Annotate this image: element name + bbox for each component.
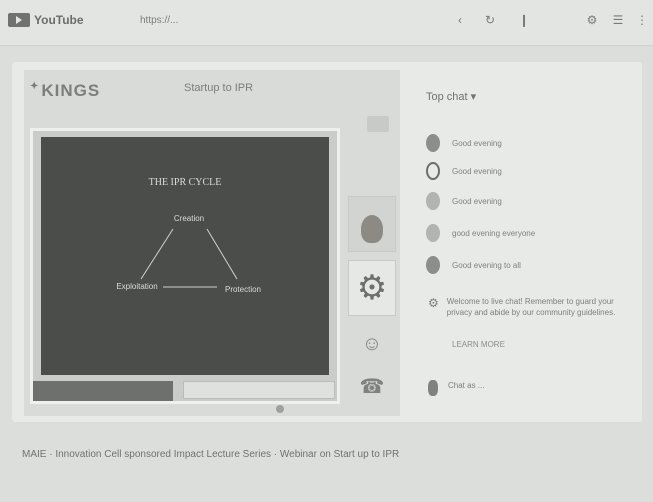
chat-message-text: good evening everyone [452,228,536,238]
slide-heading: THE IPR CYCLE [149,177,222,188]
slide-footer [183,381,335,399]
chat-message: good evening everyone [426,222,638,244]
chat-welcome-notice: ⚙ Welcome to live chat! Remember to guar… [428,296,628,318]
refresh-icon[interactable]: ↻ [482,12,498,28]
brand-logo: ✦ KINGS [30,81,100,101]
presentation-slide: THE IPR CYCLE Creation Exploitation Prot… [41,137,329,375]
node-top: Creation [174,214,204,223]
chat-input[interactable]: Chat as ... [428,380,638,396]
tool-icon[interactable]: ☺ [348,324,396,364]
node-left: Exploitation [116,282,157,291]
person-photo [361,215,383,243]
chat-input-hint: Chat as ... [448,381,485,390]
cycle-arrow-right [206,228,238,280]
brand-text: KINGS [41,81,101,100]
address-bar[interactable]: https://... [140,15,178,26]
ipr-cycle-diagram: THE IPR CYCLE Creation Exploitation Prot… [116,177,261,294]
video-title: Startup to IPR [184,82,254,94]
participant-strip: ⚙ ☺ ☎ [346,196,398,416]
more-icon[interactable]: ⋮ [634,12,650,28]
video-caption: MAIE · Innovation Cell sponsored Impact … [22,449,400,460]
mic-icon[interactable]: ❙ [516,12,532,28]
avatar [426,134,440,152]
video-player[interactable]: ✦ KINGS Startup to IPR THE IPR CYCLE Crea… [24,70,400,416]
chat-message: Good evening to all [426,254,638,276]
menu-icon[interactable]: ☰ [610,12,626,28]
site-logo[interactable]: YouTube [8,13,84,27]
avatar [428,380,438,396]
player-control[interactable] [367,116,389,132]
avatar [426,224,440,242]
gear-icon[interactable]: ⚙ [348,260,396,316]
chat-message: Good evening [426,160,638,182]
avatar [426,256,440,274]
logo-text: YouTube [34,13,84,27]
chat-message: Good evening [426,132,638,154]
brand-mark-icon: ✦ [30,81,40,92]
avatar [426,162,440,180]
share-icon[interactable]: ‹ [452,12,468,28]
avatar [426,192,440,210]
chat-panel: Top chat ▾ Good evening Good evening Goo… [410,70,642,416]
player-header: ✦ KINGS Startup to IPR [24,70,400,114]
browser-topbar: YouTube https://... ‹ ↻ ❙ ⚙ ☰ ⋮ [0,0,653,46]
chat-message: Good evening [426,190,638,212]
chat-message-text: Good evening [452,196,502,206]
welcome-text: Welcome to live chat! Remember to guard … [446,297,616,317]
slide-corner [33,381,173,401]
chat-message-text: Good evening [452,166,502,176]
slide-frame: THE IPR CYCLE Creation Exploitation Prot… [30,128,340,404]
seek-handle[interactable] [276,405,284,413]
tool-icon-2[interactable]: ☎ [348,366,396,406]
cycle-arrow-left [140,228,174,280]
learn-more-link[interactable]: LEARN MORE [452,340,505,349]
chat-message-text: Good evening to all [452,260,521,270]
play-logo-icon [8,13,30,27]
settings-icon: ⚙ [428,296,439,310]
person-thumbnail[interactable] [348,196,396,252]
chat-title[interactable]: Top chat ▾ [426,90,476,103]
settings-icon[interactable]: ⚙ [584,12,600,28]
node-right: Protection [225,285,261,294]
chat-message-text: Good evening [452,138,502,148]
